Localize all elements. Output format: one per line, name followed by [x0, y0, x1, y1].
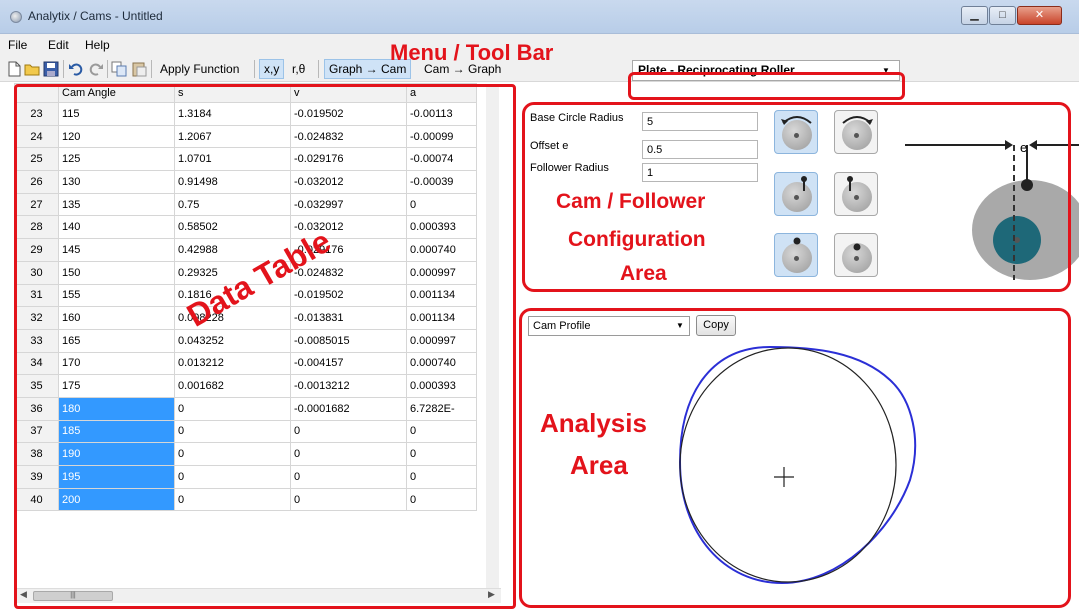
copy-icon[interactable] [111, 61, 127, 77]
apply-function-button[interactable]: Apply Function [156, 59, 243, 79]
toolbar-separator [107, 60, 108, 78]
config-annotation-line1: Cam / Follower [556, 190, 706, 213]
menu-toolbar-highlight [628, 72, 905, 100]
xy-button[interactable]: x,y [259, 59, 285, 79]
redo-icon[interactable] [88, 61, 104, 77]
undo-icon[interactable] [68, 61, 84, 77]
toolbar-separator [151, 60, 152, 78]
rtheta-button[interactable]: r,θ [288, 59, 309, 79]
window-title: Analytix / Cams - Untitled [28, 9, 163, 23]
toolbar-separator [63, 60, 64, 78]
config-annotation-line3: Area [620, 262, 667, 285]
minimize-button[interactable]: ▁ [961, 6, 988, 25]
maximize-button[interactable]: □ [989, 6, 1016, 25]
config-annotation-line2: Configuration [568, 228, 706, 251]
menu-help[interactable]: Help [85, 38, 110, 52]
new-icon[interactable] [6, 61, 22, 77]
menu-file[interactable]: File [8, 38, 27, 52]
paste-icon[interactable] [131, 61, 147, 77]
open-icon[interactable] [24, 61, 40, 77]
toolbar-separator [254, 60, 255, 78]
analysis-annotation-line1: Analysis [540, 408, 647, 438]
menu-toolbar-annotation: Menu / Tool Bar [390, 40, 554, 65]
menu-edit[interactable]: Edit [48, 38, 69, 52]
analysis-annotation-line2: Area [570, 450, 628, 480]
toolbar-separator [318, 60, 319, 78]
data-table-highlight [14, 84, 516, 609]
close-button[interactable]: ✕ [1017, 6, 1062, 25]
save-icon[interactable] [43, 61, 59, 77]
app-icon [10, 11, 22, 23]
